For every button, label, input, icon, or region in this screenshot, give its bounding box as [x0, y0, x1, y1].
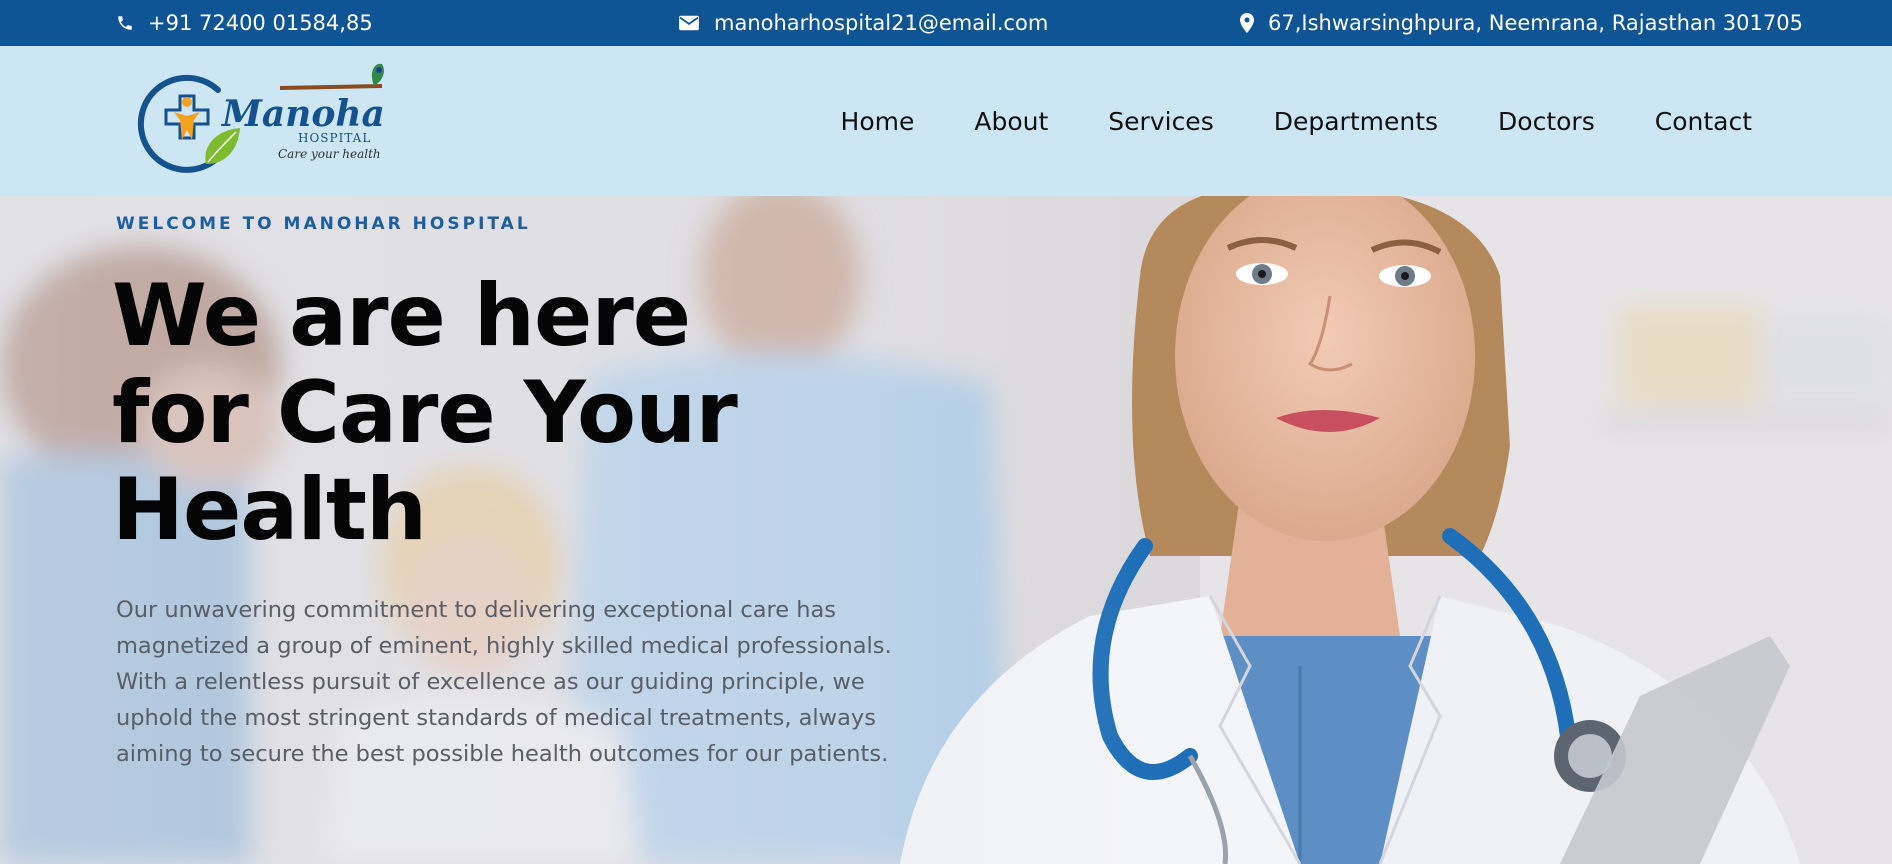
- email-address: manoharhospital21@email.com: [714, 11, 1049, 35]
- address-contact[interactable]: 67,Ishwarsinghpura, Neemrana, Rajasthan …: [1240, 0, 1803, 46]
- nav-contact[interactable]: Contact: [1655, 107, 1752, 136]
- nav-departments[interactable]: Departments: [1274, 107, 1438, 136]
- email-contact[interactable]: manoharhospital21@email.com: [678, 0, 1048, 46]
- nav-doctors[interactable]: Doctors: [1498, 107, 1595, 136]
- logo-tagline: Care your health: [278, 147, 381, 161]
- logo-sub: HOSPITAL: [298, 131, 371, 145]
- address-text: 67,Ishwarsinghpura, Neemrana, Rajasthan …: [1268, 11, 1803, 35]
- hero-headline-line: Health: [112, 460, 427, 560]
- phone-icon: [118, 16, 132, 30]
- main-navigation: Home About Services Departments Doctors …: [781, 46, 1752, 196]
- hospital-logo[interactable]: Manohar HOSPITAL Care your health: [136, 60, 407, 180]
- hero-headline: We are here for Care Your Health: [112, 268, 912, 559]
- envelope-icon: [679, 15, 699, 31]
- logo-mark: Manohar HOSPITAL Care your health: [137, 63, 407, 173]
- hero-headline-line: We are here: [112, 266, 691, 366]
- site-header: Manohar HOSPITAL Care your health Home A…: [0, 46, 1892, 196]
- hero-eyebrow: WELCOME TO MANOHAR HOSPITAL: [116, 214, 531, 234]
- hero-description: Our unwavering commitment to delivering …: [116, 597, 892, 767]
- nav-home[interactable]: Home: [841, 107, 915, 136]
- nav-services[interactable]: Services: [1108, 107, 1213, 136]
- hero-headline-line: for Care Your: [112, 363, 738, 463]
- phone-contact[interactable]: +91 72400 01584,85: [116, 0, 373, 46]
- logo-name: Manohar: [220, 93, 386, 135]
- hero-section: WELCOME TO MANOHAR HOSPITAL We are here …: [0, 196, 1892, 864]
- nav-about[interactable]: About: [974, 107, 1048, 136]
- phone-number: +91 72400 01584,85: [148, 11, 373, 35]
- top-contact-bar: +91 72400 01584,85 manoharhospital21@ema…: [0, 0, 1892, 46]
- map-marker-icon: [1240, 13, 1254, 33]
